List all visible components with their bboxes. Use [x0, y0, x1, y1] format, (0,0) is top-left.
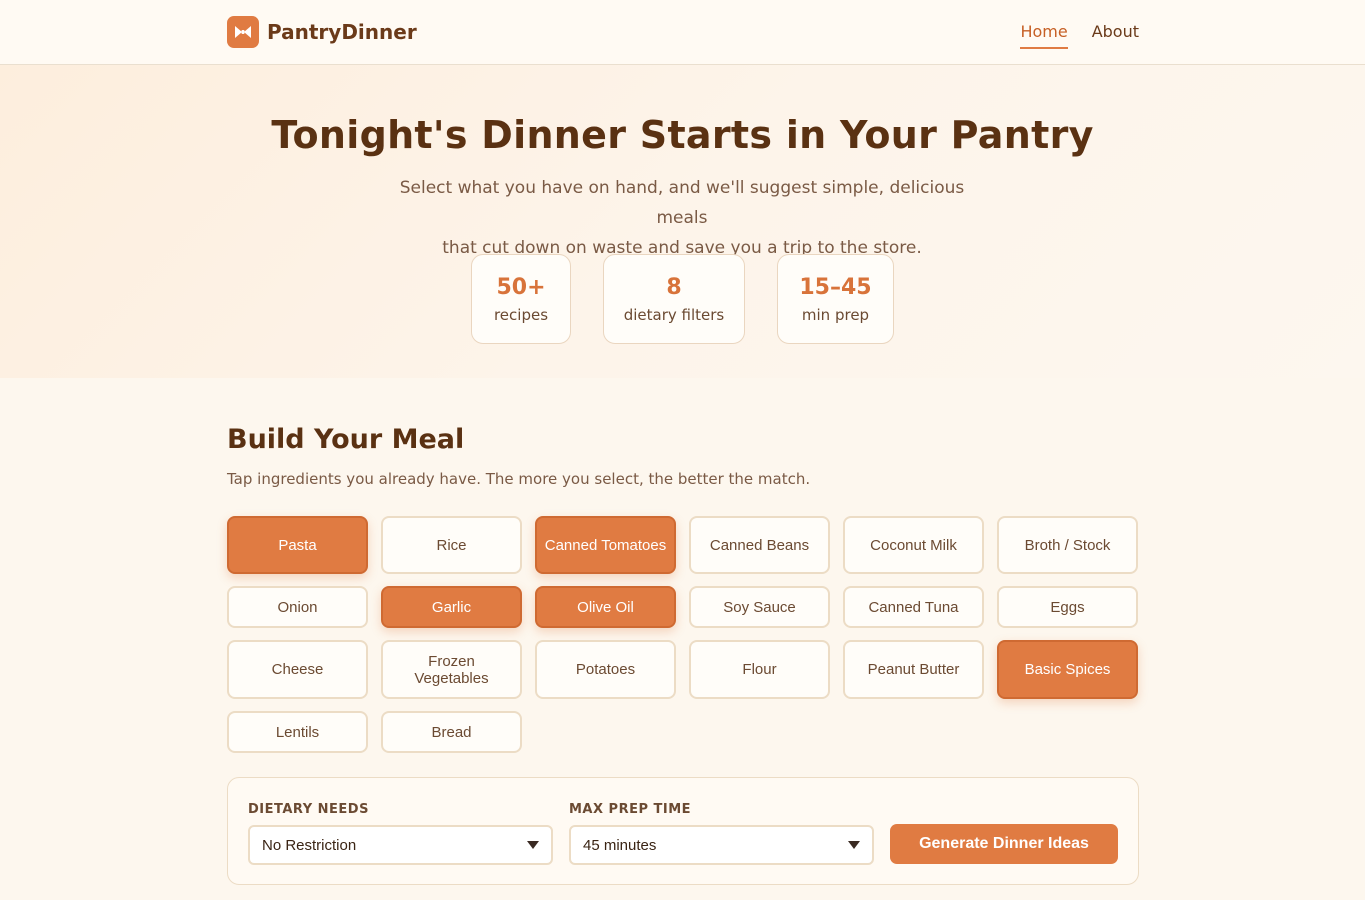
- ingredient-chip-rice[interactable]: Rice: [381, 516, 522, 574]
- dietary-needs-select[interactable]: No Restriction: [248, 825, 553, 865]
- stat-card-dietary-filters: 8 dietary filters: [603, 254, 745, 344]
- dietary-needs-value: No Restriction: [262, 836, 357, 854]
- dietary-needs-label: DIETARY NEEDS: [248, 802, 369, 817]
- site-header: PantryDinner Home About: [0, 0, 1365, 65]
- stat-value: 50+: [496, 275, 546, 300]
- hero-subtitle: Select what you have on hand, and we'll …: [382, 173, 982, 263]
- meal-options-panel: DIETARY NEEDS No Restriction MAX PREP TI…: [227, 777, 1139, 885]
- ingredient-chip-potatoes[interactable]: Potatoes: [535, 640, 676, 699]
- ingredient-chip-soy-sauce[interactable]: Soy Sauce: [689, 586, 830, 628]
- hero-section: Tonight's Dinner Starts in Your Pantry S…: [0, 65, 1365, 378]
- ingredient-chip-eggs[interactable]: Eggs: [997, 586, 1138, 628]
- stat-value: 15–45: [799, 275, 872, 300]
- stat-card-prep-time: 15–45 min prep: [777, 254, 894, 344]
- ingredient-chip-basic-spices[interactable]: Basic Spices: [997, 640, 1138, 699]
- ingredient-chip-peanut-butter[interactable]: Peanut Butter: [843, 640, 984, 699]
- ingredient-chip-coconut-milk[interactable]: Coconut Milk: [843, 516, 984, 574]
- nav-home-link[interactable]: Home: [1020, 22, 1068, 49]
- ingredient-chip-broth-stock[interactable]: Broth / Stock: [997, 516, 1138, 574]
- ingredient-chip-frozen-vegetables[interactable]: Frozen Vegetables: [381, 640, 522, 699]
- bowtie-icon: [227, 16, 259, 48]
- ingredient-chip-canned-beans[interactable]: Canned Beans: [689, 516, 830, 574]
- ingredient-chip-lentils[interactable]: Lentils: [227, 711, 368, 753]
- section-title: Build Your Meal: [227, 424, 465, 455]
- ingredient-chip-canned-tomatoes[interactable]: Canned Tomatoes: [535, 516, 676, 574]
- nav-about-link[interactable]: About: [1092, 22, 1139, 49]
- hero-subtitle-line-1: Select what you have on hand, and we'll …: [399, 178, 965, 228]
- stat-card-recipes: 50+ recipes: [471, 254, 571, 344]
- stat-label: recipes: [493, 306, 549, 324]
- stat-value: 8: [666, 275, 682, 300]
- ingredient-chip-onion[interactable]: Onion: [227, 586, 368, 628]
- stat-label: min prep: [801, 306, 870, 324]
- generate-dinner-ideas-button[interactable]: Generate Dinner Ideas: [890, 824, 1118, 864]
- ingredient-chip-pasta[interactable]: Pasta: [227, 516, 368, 574]
- max-prep-time-select[interactable]: 45 minutes: [569, 825, 874, 865]
- max-prep-time-value: 45 minutes: [583, 836, 657, 854]
- ingredient-chip-garlic[interactable]: Garlic: [381, 586, 522, 628]
- main-nav: Home About: [1020, 22, 1139, 49]
- section-description: Tap ingredients you already have. The mo…: [227, 470, 811, 488]
- chevron-down-icon: [527, 841, 539, 849]
- stat-label: dietary filters: [623, 306, 725, 324]
- ingredient-chip-canned-tuna[interactable]: Canned Tuna: [843, 586, 984, 628]
- brand-name: PantryDinner: [267, 20, 417, 44]
- ingredient-chip-flour[interactable]: Flour: [689, 640, 830, 699]
- hero-title: Tonight's Dinner Starts in Your Pantry: [271, 113, 1094, 157]
- ingredient-chip-olive-oil[interactable]: Olive Oil: [535, 586, 676, 628]
- brand[interactable]: PantryDinner: [227, 16, 417, 48]
- ingredient-chip-cheese[interactable]: Cheese: [227, 640, 368, 699]
- chevron-down-icon: [848, 841, 860, 849]
- ingredient-chip-bread[interactable]: Bread: [381, 711, 522, 753]
- max-prep-time-label: MAX PREP TIME: [569, 802, 692, 817]
